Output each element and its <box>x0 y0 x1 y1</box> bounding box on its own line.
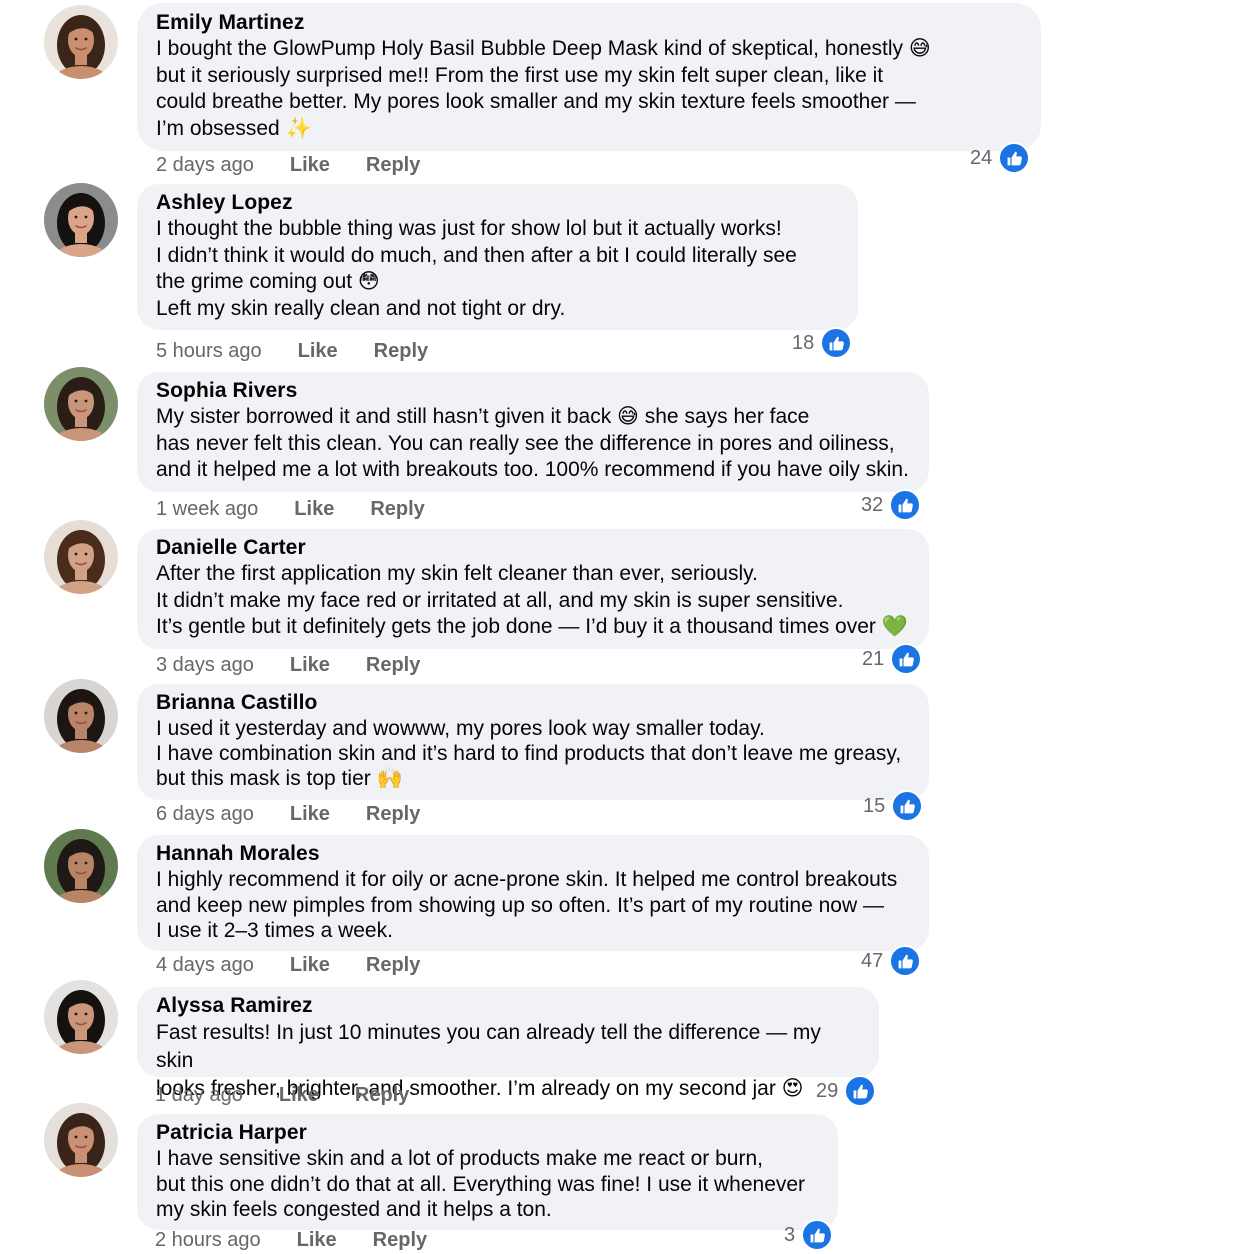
reply-button[interactable]: Reply <box>373 1229 427 1252</box>
avatar[interactable] <box>44 829 118 903</box>
like-count-value: 47 <box>861 949 884 972</box>
comment-timestamp[interactable]: 2 hours ago <box>155 1229 261 1252</box>
like-button[interactable]: Like <box>290 954 330 977</box>
comment-text: My sister borrowed it and still hasn’t g… <box>156 405 909 481</box>
avatar[interactable] <box>44 183 118 257</box>
like-count-value: 21 <box>862 647 885 670</box>
like-count[interactable]: 15 <box>863 790 924 822</box>
comment-timestamp[interactable]: 6 days ago <box>156 803 254 826</box>
comment-bubble: Patricia Harper I have sensitive skin an… <box>137 1114 838 1230</box>
avatar[interactable] <box>44 367 118 441</box>
comment-timestamp[interactable]: 2 days ago <box>156 154 254 177</box>
like-count[interactable]: 18 <box>792 327 853 359</box>
reply-button[interactable]: Reply <box>366 654 420 677</box>
avatar[interactable] <box>44 5 118 79</box>
comment-actions: 5 hours ago Like Reply <box>156 338 464 364</box>
comment-bubble: Brianna Castillo I used it yesterday and… <box>137 684 929 800</box>
comment-actions: 1 day ago Like Reply <box>155 1082 445 1108</box>
commenter-name[interactable]: Alyssa Ramirez <box>156 993 861 1019</box>
thumbs-up-icon <box>844 1075 877 1107</box>
like-count-value: 24 <box>970 146 993 169</box>
comment-actions: 6 days ago Like Reply <box>156 801 456 827</box>
comment-timestamp[interactable]: 5 hours ago <box>156 340 262 363</box>
thumbs-up-icon <box>998 142 1031 174</box>
avatar[interactable] <box>44 520 118 594</box>
like-button[interactable]: Like <box>294 498 334 521</box>
comment-actions: 3 days ago Like Reply <box>156 652 456 678</box>
comment-text: After the first application my skin felt… <box>156 562 908 638</box>
comment-bubble: Alyssa Ramirez Fast results! In just 10 … <box>137 987 879 1100</box>
comment-actions: 2 hours ago Like Reply <box>155 1227 463 1253</box>
comment-bubble: Ashley Lopez I thought the bubble thing … <box>137 184 858 330</box>
like-count[interactable]: 24 <box>970 142 1031 174</box>
avatar[interactable] <box>44 679 118 753</box>
like-button[interactable]: Like <box>290 154 330 177</box>
comment-timestamp[interactable]: 3 days ago <box>156 654 254 677</box>
comment-bubble: Hannah Morales I highly recommend it for… <box>137 835 929 951</box>
commenter-name[interactable]: Emily Martinez <box>156 10 1023 36</box>
comment-text: I used it yesterday and wowww, my pores … <box>156 717 902 790</box>
reply-button[interactable]: Reply <box>366 154 420 177</box>
like-count[interactable]: 32 <box>861 489 922 521</box>
like-count-value: 29 <box>816 1079 839 1102</box>
comment-actions: 1 week ago Like Reply <box>156 496 461 522</box>
comment-text: I thought the bubble thing was just for … <box>156 217 797 320</box>
commenter-name[interactable]: Danielle Carter <box>156 535 911 561</box>
thumbs-up-icon <box>801 1219 834 1251</box>
reply-button[interactable]: Reply <box>366 954 420 977</box>
reply-button[interactable]: Reply <box>370 498 424 521</box>
comment-bubble: Danielle Carter After the first applicat… <box>137 529 929 649</box>
thumbs-up-icon <box>889 945 922 977</box>
comment-text: I bought the GlowPump Holy Basil Bubble … <box>156 37 931 140</box>
comment-timestamp[interactable]: 1 week ago <box>156 498 258 521</box>
like-count-value: 3 <box>784 1223 796 1246</box>
thumbs-up-icon <box>890 643 923 675</box>
like-button[interactable]: Like <box>279 1084 319 1107</box>
commenter-name[interactable]: Hannah Morales <box>156 841 911 867</box>
like-count-value: 15 <box>863 794 886 817</box>
commenter-name[interactable]: Patricia Harper <box>156 1120 820 1146</box>
reply-button[interactable]: Reply <box>355 1084 409 1107</box>
reply-button[interactable]: Reply <box>366 803 420 826</box>
like-button[interactable]: Like <box>298 340 338 363</box>
commenter-name[interactable]: Sophia Rivers <box>156 378 911 404</box>
comment-timestamp[interactable]: 1 day ago <box>155 1084 243 1107</box>
comment-bubble: Emily Martinez I bought the GlowPump Hol… <box>137 3 1041 151</box>
thumbs-up-icon <box>820 327 853 359</box>
like-count-value: 18 <box>792 331 815 354</box>
like-count[interactable]: 29 <box>816 1075 877 1107</box>
like-count-value: 32 <box>861 493 884 516</box>
like-count[interactable]: 3 <box>784 1219 834 1251</box>
like-button[interactable]: Like <box>290 654 330 677</box>
avatar[interactable] <box>44 980 118 1054</box>
reply-button[interactable]: Reply <box>374 340 428 363</box>
avatar[interactable] <box>44 1103 118 1177</box>
commenter-name[interactable]: Brianna Castillo <box>156 690 911 716</box>
comment-actions: 2 days ago Like Reply <box>156 152 456 178</box>
comment-actions: 4 days ago Like Reply <box>156 952 456 978</box>
like-count[interactable]: 47 <box>861 945 922 977</box>
comment-bubble: Sophia Rivers My sister borrowed it and … <box>137 372 929 492</box>
like-button[interactable]: Like <box>297 1229 337 1252</box>
thumbs-up-icon <box>891 790 924 822</box>
comment-timestamp[interactable]: 4 days ago <box>156 954 254 977</box>
comment-text: I highly recommend it for oily or acne-p… <box>156 868 898 942</box>
comment-text: I have sensitive skin and a lot of produ… <box>156 1147 806 1221</box>
like-count[interactable]: 21 <box>862 643 923 675</box>
thumbs-up-icon <box>889 489 922 521</box>
commenter-name[interactable]: Ashley Lopez <box>156 190 840 216</box>
like-button[interactable]: Like <box>290 803 330 826</box>
